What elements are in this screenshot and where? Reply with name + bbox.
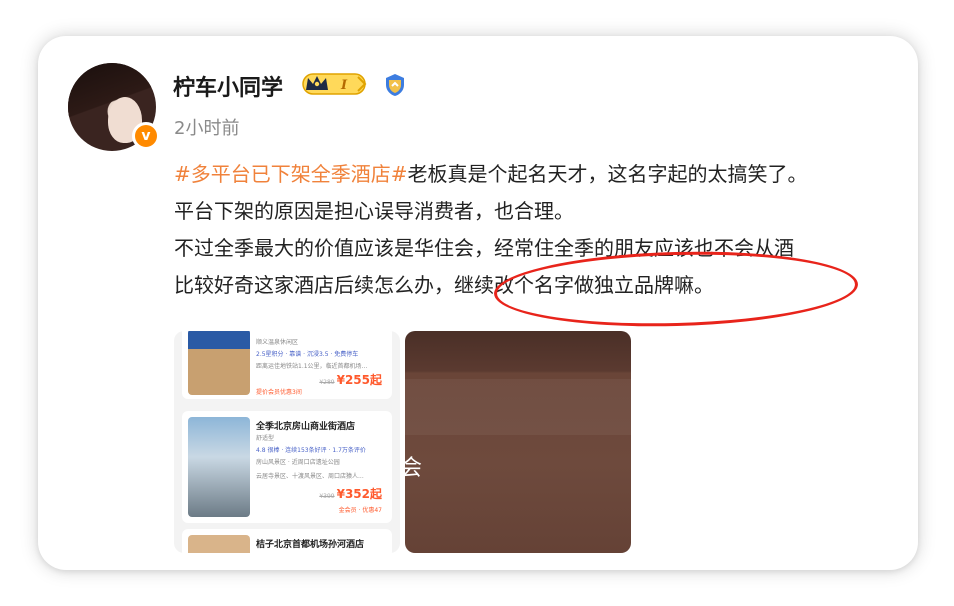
- hotel-name: 全季北京房山商业街酒店: [256, 422, 356, 432]
- hotel-tag: 金会员 · 优惠47: [338, 507, 382, 514]
- hotel-desc-2: 云居寺景区、十渡风景区、周口店猿人...: [256, 473, 364, 480]
- hotel-desc: 房山风景区 · 近周口店遗址公园: [256, 459, 340, 466]
- hotel-rating: 4.8 很棒 · 连续153条好评 · 1.7万条评价: [256, 447, 366, 454]
- username[interactable]: 柠车小同学: [173, 70, 283, 102]
- hotel-photo: [188, 331, 250, 395]
- image-thumbnail-interior[interactable]: [405, 331, 631, 553]
- hotel-tag: 提价会员优惠3间: [256, 389, 302, 396]
- post-line-1: #多平台已下架全季酒店#老板真是个起名天才，这名字起的太搞笑了。: [174, 156, 918, 193]
- hotel-area: 顺义温泉休闲区: [256, 339, 299, 346]
- hashtag-link[interactable]: #多平台已下架全季酒店#: [174, 162, 408, 186]
- hotel-card: 顺义温泉休闲区 2.5星积分 · 靠谱 · 沉浸3.5 · 免费停车 距离运佳地…: [182, 331, 392, 399]
- hotel-card: 桔子北京首都机场孙河酒店: [182, 529, 392, 553]
- hotel-price-value: ¥352起: [336, 487, 382, 501]
- member-shield-icon[interactable]: [382, 72, 408, 98]
- hotel-price: ¥289 ¥255起: [319, 371, 382, 388]
- hotel-price-value: ¥255起: [336, 373, 382, 387]
- hotel-photo: [188, 417, 250, 517]
- hotel-rating: 2.5星积分 · 靠谱 · 沉浸3.5 · 免费停车: [256, 351, 359, 358]
- hotel-old-price: ¥289: [319, 379, 335, 386]
- post-line-1-text: 老板真是个起名天才，这名字起的太搞笑了。: [407, 162, 808, 186]
- hotel-card: 全季北京房山商业街酒店 舒适型 4.8 很棒 · 连续153条好评 · 1.7万…: [182, 411, 392, 523]
- post-timestamp: 2小时前: [174, 118, 240, 139]
- hotel-name: 桔子北京首都机场孙河酒店: [256, 540, 365, 550]
- image-thumbnail-hotel-list[interactable]: 顺义温泉休闲区 2.5星积分 · 靠谱 · 沉浸3.5 · 免费停车 距离运佳地…: [174, 331, 400, 553]
- hotel-desc: 距离运佳地铁站1.1公里，临近首都机场...: [256, 363, 368, 370]
- level-number: I: [340, 78, 348, 93]
- hotel-price: ¥399 ¥352起: [319, 485, 382, 502]
- post-line-2: 平台下架的原因是担心误导消费者，也合理。: [174, 199, 574, 223]
- hotel-photo: [188, 535, 250, 553]
- weibo-post-card: v 柠车小同学 I 2小时前 #多平台已下架全季酒店#老板真是个起名天才，这名字…: [38, 36, 918, 570]
- hotel-old-price: ¥399: [319, 493, 335, 500]
- verified-badge-icon: v: [132, 122, 160, 150]
- crown-level-badge-icon[interactable]: I: [302, 71, 368, 97]
- hotel-type: 舒适型: [256, 435, 275, 442]
- image-overlay-text: 会: [400, 456, 423, 481]
